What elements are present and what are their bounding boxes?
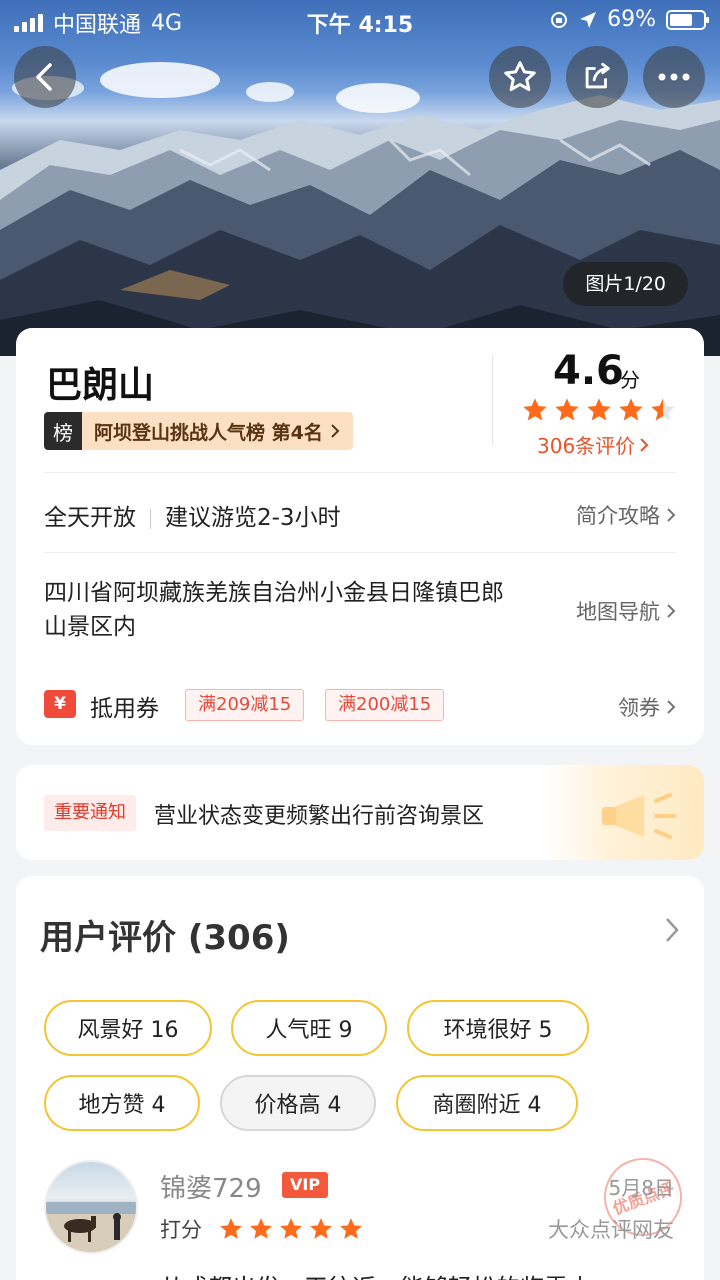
status-bar: 中国联通 4G 下午 4:15 69%	[0, 0, 720, 40]
more-dots-icon	[658, 73, 690, 81]
back-arrow-icon	[36, 63, 52, 91]
review-count: 306条评价	[537, 434, 636, 458]
review-count-link[interactable]: 306条评价	[537, 430, 649, 459]
location-arrow-icon	[580, 11, 597, 28]
chevron-right-icon	[667, 700, 676, 714]
chevron-right-icon	[640, 437, 649, 452]
star-icon	[555, 398, 579, 421]
review-text[interactable]: 从成都出发，天往返，能够轻松的临雪山	[160, 1268, 592, 1280]
divider	[44, 552, 676, 553]
ranking-badge[interactable]: 榜 阿坝登山挑战人气榜 第4名	[44, 412, 353, 450]
review-tag[interactable]: 价格高 4	[220, 1075, 376, 1131]
review-source: 大众点评网友	[548, 1218, 674, 1242]
chevron-right-icon	[667, 508, 676, 522]
star-icon	[523, 398, 547, 421]
notice-card[interactable]: 重要通知 营业状态变更频繁出行前咨询景区	[16, 765, 704, 860]
vip-badge: VIP	[282, 1172, 329, 1198]
battery-icon	[666, 9, 709, 30]
chevron-right-icon	[667, 604, 676, 618]
star-icon	[340, 1218, 362, 1239]
star-icon	[619, 398, 643, 421]
suggested-duration: 建议游览2-3小时	[165, 505, 341, 531]
coupon-label: 抵用券	[90, 696, 159, 722]
intro-guide-label: 简介攻略	[576, 504, 660, 528]
hero-photo[interactable]: 中国联通 4G 下午 4:15 69% 图片1/20	[0, 0, 720, 356]
rate-label: 打分	[160, 1218, 202, 1242]
review-tag[interactable]: 风景好 16	[44, 1000, 212, 1056]
star-icon	[651, 398, 675, 421]
favorite-button[interactable]	[489, 46, 551, 108]
star-icon	[310, 1218, 332, 1239]
review-stars	[218, 1216, 364, 1242]
attraction-name: 巴朗山	[46, 365, 155, 406]
rank-text: 阿坝登山挑战人气榜 第4名	[94, 421, 323, 444]
notice-tag: 重要通知	[44, 795, 136, 831]
rank-tag: 榜	[44, 412, 82, 450]
photo-counter[interactable]: 图片1/20	[563, 262, 688, 306]
megaphone-icon	[544, 765, 704, 860]
chevron-right-icon[interactable]	[664, 916, 680, 944]
more-button[interactable]	[643, 46, 705, 108]
star-icon	[220, 1218, 242, 1239]
review-tag[interactable]: 人气旺 9	[231, 1000, 387, 1056]
opening-hours: 全天开放	[44, 505, 136, 531]
address: 四川省阿坝藏族羌族自治州小金县日隆镇巴郎山景区内	[44, 580, 504, 640]
claim-coupon-link[interactable]: 领券	[618, 692, 676, 722]
battery-percent: 69%	[607, 7, 656, 32]
attraction-info-card: 巴朗山 榜 阿坝登山挑战人气榜 第4名 4.6 分 306条评价 全天开放 建议游…	[16, 328, 704, 745]
star-icon	[250, 1218, 272, 1239]
score-value: 4.6	[553, 348, 624, 394]
review-tag[interactable]: 地方赞 4	[44, 1075, 200, 1131]
star-outline-icon	[504, 61, 536, 92]
coupon-chip[interactable]: 满200减15	[325, 689, 445, 721]
divider	[492, 354, 493, 446]
coupon-icon: ¥	[44, 690, 76, 718]
reviews-card: 用户评价 (306) 风景好 16 人气旺 9 环境很好 5 地方赞 4 价格高…	[16, 876, 704, 1280]
coupon-chip[interactable]: 满209减15	[185, 689, 305, 721]
share-button[interactable]	[566, 46, 628, 108]
share-icon	[585, 62, 610, 89]
review-tag[interactable]: 商圈附近 4	[396, 1075, 578, 1131]
chevron-right-icon	[331, 424, 340, 438]
back-button[interactable]	[14, 46, 76, 108]
notice-text: 营业状态变更频繁出行前咨询景区	[154, 804, 485, 829]
rotation-lock-icon	[551, 11, 568, 28]
intro-guide-link[interactable]: 简介攻略	[576, 500, 676, 530]
divider	[44, 472, 676, 473]
review-tag[interactable]: 环境很好 5	[407, 1000, 589, 1056]
score-unit: 分	[620, 368, 640, 392]
rating-stars	[521, 396, 677, 424]
map-navigation-link[interactable]: 地图导航	[576, 596, 676, 626]
star-icon	[587, 398, 611, 421]
reviews-title[interactable]: 用户评价 (306)	[40, 910, 290, 959]
map-navigation-label: 地图导航	[576, 600, 660, 624]
hours-row: 全天开放 建议游览2-3小时	[44, 498, 341, 532]
reviewer-name[interactable]: 锦婆729	[160, 1168, 262, 1205]
star-icon	[280, 1218, 302, 1239]
claim-coupon-label: 领券	[618, 696, 660, 720]
avatar[interactable]	[44, 1160, 138, 1254]
review-date: 5月8日	[608, 1176, 674, 1200]
